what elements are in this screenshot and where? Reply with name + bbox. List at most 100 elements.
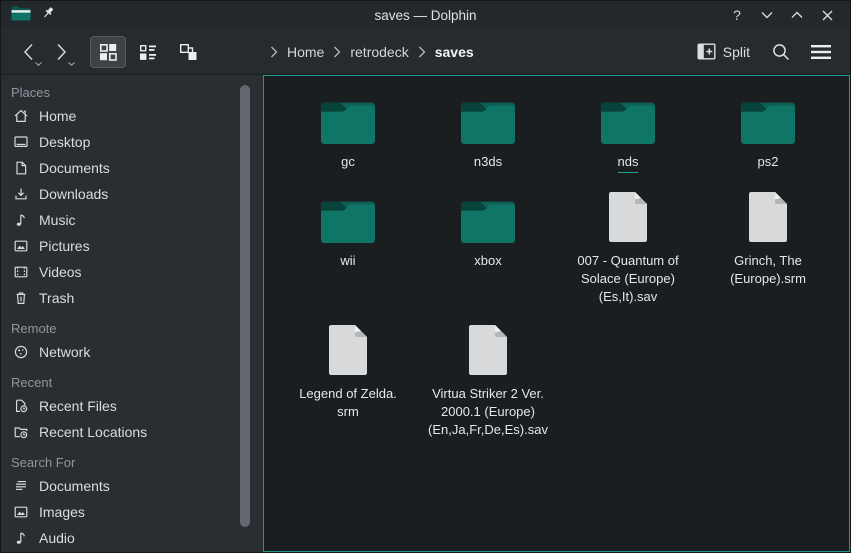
- sidebar-label: Documents: [39, 478, 110, 494]
- split-view-icon: [697, 43, 716, 60]
- item-label: 007 - Quantum of: [577, 252, 678, 270]
- sidebar-label: Trash: [39, 290, 74, 306]
- section-header-remote: Remote: [1, 317, 257, 339]
- forward-history-caret-icon: [68, 62, 75, 66]
- recent-folder-icon: [13, 424, 29, 440]
- folder-view[interactable]: gc n3ds nds ps2: [263, 75, 850, 552]
- sidebar-item-recent-locations[interactable]: Recent Locations: [1, 419, 257, 445]
- split-button[interactable]: Split: [691, 39, 756, 64]
- sidebar-item-documents[interactable]: Documents: [1, 155, 257, 181]
- item-label: Grinch, The: [730, 252, 806, 270]
- folder-item-ps2[interactable]: ps2: [698, 90, 838, 173]
- home-icon: [13, 108, 29, 124]
- trash-icon: [13, 290, 29, 306]
- icons-view-button[interactable]: [90, 36, 126, 68]
- file-item-grinch-the[interactable]: Grinch, The (Europe).srm: [698, 189, 838, 306]
- sidebar-item-downloads[interactable]: Downloads: [1, 181, 257, 207]
- breadcrumb-retrodeck[interactable]: retrodeck: [347, 42, 411, 62]
- sidebar-label: Music: [39, 212, 76, 228]
- toolbar: Home retrodeck saves Split: [1, 29, 850, 75]
- item-label: (En,Ja,Fr,De,Es).sav: [428, 421, 548, 439]
- sidebar-item-trash[interactable]: Trash: [1, 285, 257, 311]
- folder-item-wii[interactable]: wii: [278, 189, 418, 306]
- text-lines-icon: [13, 478, 29, 494]
- section-header-places: Places: [1, 81, 257, 103]
- back-button[interactable]: [13, 36, 43, 68]
- breadcrumb-home[interactable]: Home: [284, 42, 327, 62]
- magnifier-icon: [772, 43, 790, 61]
- sidebar-label: Videos: [39, 264, 82, 280]
- item-label: Virtua Striker 2 Ver.: [428, 385, 548, 403]
- item-label: (Es,It).sav: [577, 288, 678, 306]
- help-button[interactable]: ?: [724, 4, 750, 26]
- image-icon: [13, 504, 29, 520]
- sidebar-item-pictures[interactable]: Pictures: [1, 233, 257, 259]
- recent-file-icon: [13, 398, 29, 414]
- sidebar-scrollbar[interactable]: [240, 85, 250, 527]
- folder-item-xbox[interactable]: xbox: [418, 189, 558, 306]
- sidebar-item-recent-files[interactable]: Recent Files: [1, 393, 257, 419]
- file-item-007-quantum-of-solace[interactable]: 007 - Quantum of Solace (Europe) (Es,It)…: [558, 189, 698, 306]
- sidebar-item-music[interactable]: Music: [1, 207, 257, 233]
- item-label: (Europe).srm: [730, 270, 806, 288]
- folder-icon: [320, 90, 376, 144]
- folder-item-gc[interactable]: gc: [278, 90, 418, 173]
- search-button[interactable]: [764, 36, 798, 68]
- sidebar-item-network[interactable]: Network: [1, 339, 257, 365]
- network-icon: [13, 344, 29, 360]
- maximize-button[interactable]: [784, 4, 810, 26]
- pin-icon[interactable]: [41, 6, 55, 25]
- chevron-right-icon: [418, 46, 426, 58]
- split-label: Split: [723, 44, 750, 60]
- dolphin-app-icon[interactable]: [11, 5, 31, 26]
- image-icon: [13, 238, 29, 254]
- item-label: 2000.1 (Europe): [428, 403, 548, 421]
- music-note-icon: [13, 212, 29, 228]
- breadcrumb-saves[interactable]: saves: [432, 42, 477, 62]
- file-grid: gc n3ds nds ps2: [264, 76, 849, 439]
- chevron-right-icon: [270, 46, 278, 58]
- file-item-legend-of-zelda[interactable]: Legend of Zelda. srm: [278, 322, 418, 439]
- music-note-icon: [13, 530, 29, 546]
- close-button[interactable]: [814, 4, 840, 26]
- file-icon: [607, 189, 649, 243]
- menu-button[interactable]: [804, 36, 838, 68]
- document-icon: [13, 160, 29, 176]
- minimize-button[interactable]: [754, 4, 780, 26]
- item-label: n3ds: [474, 153, 502, 171]
- item-label: xbox: [474, 252, 501, 270]
- sidebar-item-search-audio[interactable]: Audio: [1, 525, 257, 551]
- file-icon: [327, 322, 369, 376]
- file-icon: [747, 189, 789, 243]
- sidebar-label: Network: [39, 344, 90, 360]
- titlebar[interactable]: saves — Dolphin ?: [1, 1, 850, 29]
- desktop-icon: [13, 134, 29, 150]
- places-panel: Places Home Desktop Documents: [1, 75, 257, 552]
- sidebar-item-desktop[interactable]: Desktop: [1, 129, 257, 155]
- folder-item-n3ds[interactable]: n3ds: [418, 90, 558, 173]
- hamburger-icon: [811, 45, 831, 59]
- sidebar-item-search-images[interactable]: Images: [1, 499, 257, 525]
- folder-icon: [600, 90, 656, 144]
- sidebar-item-videos[interactable]: Videos: [1, 259, 257, 285]
- folder-item-nds[interactable]: nds: [558, 90, 698, 173]
- sidebar-label: Downloads: [39, 186, 108, 202]
- sidebar-item-home[interactable]: Home: [1, 103, 257, 129]
- view-mode-group: [90, 36, 206, 68]
- file-item-virtua-striker-2[interactable]: Virtua Striker 2 Ver. 2000.1 (Europe) (E…: [418, 322, 558, 439]
- tree-view-button[interactable]: [170, 36, 206, 68]
- item-label: Solace (Europe): [577, 270, 678, 288]
- forward-button[interactable]: [46, 36, 76, 68]
- item-label: srm: [299, 403, 397, 421]
- item-label: ps2: [758, 153, 779, 171]
- dolphin-window: saves — Dolphin ?: [0, 0, 851, 553]
- item-label: Legend of Zelda.: [299, 385, 397, 403]
- film-icon: [13, 264, 29, 280]
- sidebar-label: Images: [39, 504, 85, 520]
- folder-icon: [740, 90, 796, 144]
- details-view-button[interactable]: [130, 36, 166, 68]
- window-title: saves — Dolphin: [1, 8, 850, 23]
- sidebar-label: Pictures: [39, 238, 90, 254]
- sidebar-item-search-documents[interactable]: Documents: [1, 473, 257, 499]
- item-label: gc: [341, 153, 355, 171]
